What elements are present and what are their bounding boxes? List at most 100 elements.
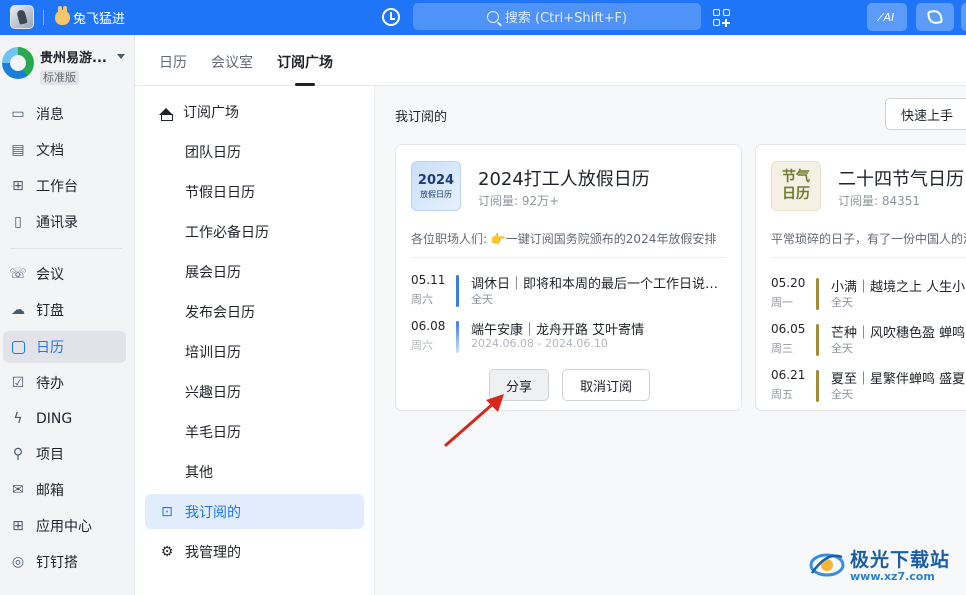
event-item[interactable]: 06.08 周六 端午安康｜龙舟开路 艾叶寄情 2024.06.08 - 202…: [411, 319, 731, 359]
event-time: 2024.06.08 - 2024.06.10: [471, 337, 608, 350]
contacts-icon: ▯: [14, 214, 22, 230]
cover-line: 节气: [782, 169, 810, 185]
menu-item-training[interactable]: 培训日历: [145, 334, 364, 369]
sidebar-item-label: 待办: [36, 376, 64, 392]
tab-calendar[interactable]: 日历: [159, 52, 187, 72]
cloud-drive-icon: ☁: [11, 302, 25, 318]
event-title: 芒种｜风吹穗色盈 蝉鸣: [831, 326, 966, 341]
phone-icon: [926, 8, 944, 26]
cover-caption: 放假日历: [420, 189, 452, 199]
menu-item-team[interactable]: 团队日历: [145, 134, 364, 169]
left-nav: 贵州易游... 标准版 ▭ 消息 ▤ 文档 ⊞ 工作台 ▯ 通讯录 ☏ 会议 ☁…: [0, 35, 135, 595]
sidebar-item-meeting[interactable]: ☏ 会议: [3, 258, 126, 290]
search-input[interactable]: 搜索 (Ctrl+Shift+F): [413, 3, 701, 30]
sidebar-item-workbench[interactable]: ⊞ 工作台: [3, 170, 126, 202]
org-switcher[interactable]: 贵州易游... 标准版: [2, 47, 110, 85]
home-icon: [159, 108, 173, 121]
calendar-title: 二十四节气日历: [838, 169, 964, 190]
event-weekday: 周五: [771, 388, 793, 401]
calendar-cover: 2024 放假日历: [411, 161, 461, 211]
sidebar-item-label: 会议: [36, 267, 64, 283]
chevron-down-icon[interactable]: [117, 54, 125, 59]
menu-item-other[interactable]: 其他: [145, 454, 364, 489]
more-button[interactable]: [961, 3, 966, 31]
event-time: 全天: [831, 296, 853, 309]
user-status-tag[interactable]: 兔飞猛进: [55, 6, 125, 27]
sidebar-item-builder[interactable]: ◎ 钉钉搭: [3, 546, 126, 578]
sidebar-item-mail[interactable]: ✉ 邮箱: [3, 474, 126, 506]
menu-item-deals[interactable]: 羊毛日历: [145, 414, 364, 449]
calendar-cover: 节气 日历: [771, 161, 821, 211]
event-weekday: 周一: [771, 296, 793, 309]
call-button[interactable]: [916, 3, 954, 31]
sidebar-item-contacts[interactable]: ▯ 通讯录: [3, 206, 126, 238]
watermark-name: 极光下载站: [850, 549, 951, 571]
ding-icon: ϟ: [13, 411, 23, 427]
sidebar-item-project[interactable]: ⚲ 项目: [3, 438, 126, 470]
divider: [43, 10, 44, 25]
menu-label: 订阅广场: [183, 104, 239, 121]
quick-start-button[interactable]: 快速上手: [885, 98, 966, 130]
unsubscribe-button[interactable]: 取消订阅: [562, 369, 650, 401]
org-plan-badge: 标准版: [40, 70, 79, 85]
watermark: 极光下载站 www.xz7.com: [808, 545, 950, 583]
sidebar-item-app-center[interactable]: ⊞ 应用中心: [3, 510, 126, 542]
workbench-icon: ⊞: [12, 178, 24, 194]
sidebar-item-ding[interactable]: ϟ DING: [3, 403, 126, 435]
cover-line: 日历: [782, 186, 810, 202]
calendar-tabs: 日历 会议室 订阅广场: [135, 35, 966, 86]
event-color-bar: [816, 370, 819, 402]
gear-icon: ⚙: [160, 543, 174, 560]
section-title: 我订阅的: [395, 110, 448, 125]
menu-item-work-essentials[interactable]: 工作必备日历: [145, 214, 364, 249]
rabbit-icon: [55, 6, 70, 25]
event-item[interactable]: 06.05 周三 芒种｜风吹穗色盈 蝉鸣 全天: [771, 322, 966, 362]
sidebar-item-calendar[interactable]: 日历: [3, 331, 126, 363]
app-grid-add-icon[interactable]: [713, 9, 731, 27]
menu-item-exhibition[interactable]: 展会日历: [145, 254, 364, 289]
app-logo[interactable]: [10, 5, 34, 29]
menu-item-launch-event[interactable]: 发布会日历: [145, 294, 364, 329]
annotation-arrow-icon: [444, 394, 504, 447]
menu-my-managed[interactable]: ⚙ 我管理的: [145, 534, 364, 569]
event-time: 全天: [831, 388, 853, 401]
history-icon[interactable]: [382, 8, 400, 26]
subscribe-calendar-icon: ⊡: [161, 503, 173, 520]
sidebar-item-label: DING: [36, 411, 73, 427]
calendar-description: 平常琐碎的日子，有了一份中国人的浪漫: [771, 232, 966, 246]
sidebar-item-messages[interactable]: ▭ 消息: [3, 98, 126, 130]
subscription-card[interactable]: 节气 日历 二十四节气日历 订阅量: 84351 平常琐碎的日子，有了一份中国人…: [755, 144, 966, 411]
event-item[interactable]: 05.20 周一 小满｜越境之上 人生小满 全天: [771, 276, 966, 316]
message-icon: ▭: [11, 106, 25, 122]
top-bar: 兔飞猛进 搜索 (Ctrl+Shift+F) ⁄ AI: [0, 0, 966, 35]
event-weekday: 周六: [411, 293, 433, 306]
event-color-bar: [816, 278, 819, 310]
subscription-card[interactable]: 2024 放假日历 2024打工人放假日历 订阅量: 92万+ 各位职场人们: …: [395, 144, 742, 411]
sidebar-item-label: 应用中心: [36, 519, 92, 535]
menu-label: 我订阅的: [185, 504, 241, 521]
sidebar-item-label: 项目: [36, 447, 64, 463]
calendar-title: 2024打工人放假日历: [478, 169, 650, 190]
mail-icon: ✉: [12, 482, 24, 498]
ai-assistant-button[interactable]: ⁄ AI: [867, 3, 907, 31]
menu-my-subscriptions[interactable]: ⊡ 我订阅的: [145, 494, 364, 529]
tab-subscription-square[interactable]: 订阅广场: [277, 52, 333, 72]
event-color-bar: [456, 321, 459, 353]
tab-meeting-room[interactable]: 会议室: [211, 52, 253, 72]
meeting-icon: ☏: [9, 266, 27, 282]
event-item[interactable]: 05.11 周六 调休日｜即将和本周的最后一个工作日说再见 全天: [411, 273, 731, 313]
menu-subscription-square[interactable]: 订阅广场: [145, 94, 364, 129]
sidebar-item-label: 通讯录: [36, 215, 78, 231]
event-weekday: 周六: [411, 339, 433, 352]
sidebar-item-drive[interactable]: ☁ 钉盘: [3, 294, 126, 326]
search-icon: [486, 10, 499, 23]
menu-item-holiday[interactable]: 节假日日历: [145, 174, 364, 209]
watermark-logo-icon: [809, 553, 845, 577]
subscriber-count: 订阅量: 84351: [838, 194, 921, 208]
event-item[interactable]: 06.21 周五 夏至｜星繁伴蝉鸣 盛夏 全天: [771, 368, 966, 408]
menu-item-interest[interactable]: 兴趣日历: [145, 374, 364, 409]
sidebar-item-label: 文档: [36, 143, 64, 159]
event-color-bar: [456, 275, 459, 307]
sidebar-item-docs[interactable]: ▤ 文档: [3, 134, 126, 166]
sidebar-item-todo[interactable]: ☑ 待办: [3, 367, 126, 399]
